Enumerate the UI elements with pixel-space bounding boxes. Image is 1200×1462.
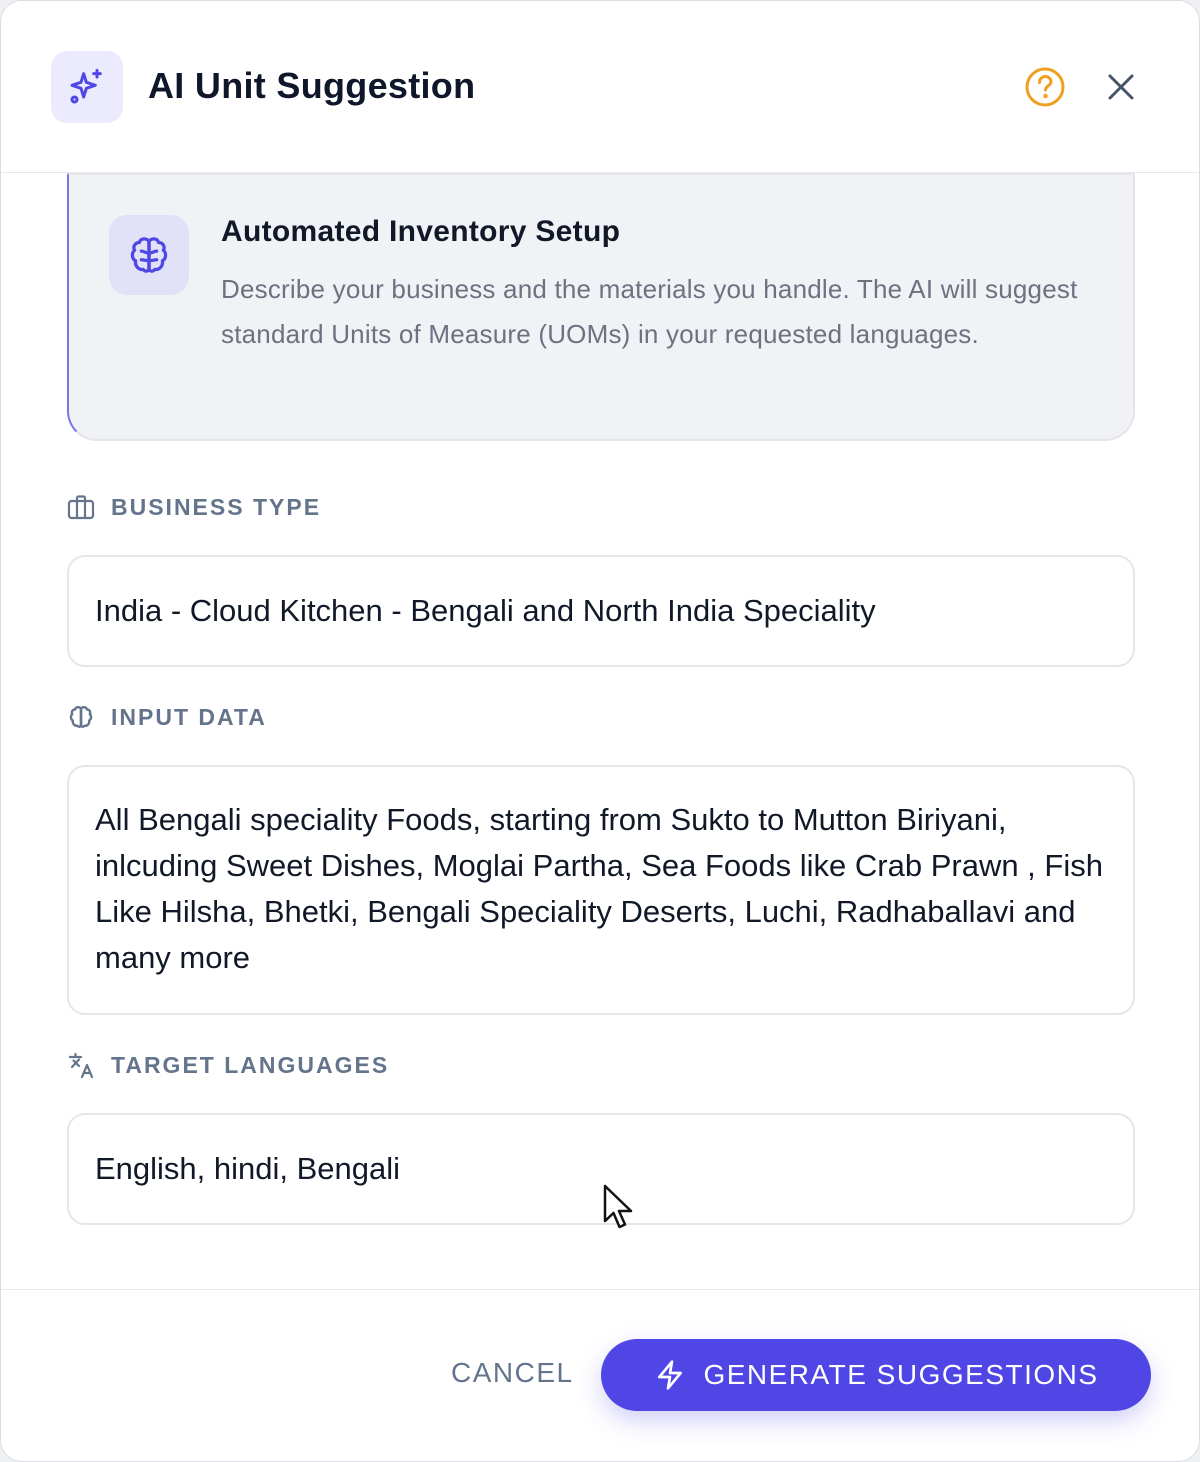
input-data-textarea[interactable]: All Bengali speciality Foods, starting f… [67, 765, 1135, 1015]
mouse-cursor-icon [601, 1183, 641, 1235]
help-icon[interactable] [1023, 65, 1067, 109]
info-card-description: Describe your business and the materials… [221, 274, 1078, 349]
input-data-label: INPUT DATA [111, 703, 267, 730]
brain-icon [109, 215, 189, 295]
ai-unit-suggestion-dialog: AI Unit Suggestion Automated Inventory S… [0, 0, 1200, 1462]
close-icon[interactable] [1101, 67, 1141, 107]
business-type-input[interactable]: India - Cloud Kitchen - Bengali and Nort… [67, 555, 1135, 667]
dialog-header: AI Unit Suggestion [1, 1, 1199, 173]
input-data-label-row: INPUT DATA [67, 702, 267, 732]
target-languages-label-row: TARGET LANGUAGES [67, 1050, 389, 1080]
business-type-label: BUSINESS TYPE [111, 493, 322, 520]
generate-suggestions-button[interactable]: GENERATE SUGGESTIONS [601, 1339, 1151, 1411]
translate-icon [67, 1051, 95, 1079]
cancel-button[interactable]: CANCEL [451, 1357, 574, 1389]
brain-icon [67, 703, 95, 731]
generate-suggestions-label: GENERATE SUGGESTIONS [703, 1359, 1099, 1390]
business-type-label-row: BUSINESS TYPE [67, 492, 321, 522]
info-card-title: Automated Inventory Setup [221, 215, 621, 248]
sparkles-icon [51, 51, 123, 123]
info-card: Automated Inventory Setup Describe your … [67, 173, 1135, 441]
dialog-title: AI Unit Suggestion [148, 65, 476, 106]
briefcase-icon [67, 493, 95, 521]
lightning-icon [653, 1358, 687, 1392]
target-languages-label: TARGET LANGUAGES [111, 1051, 390, 1078]
